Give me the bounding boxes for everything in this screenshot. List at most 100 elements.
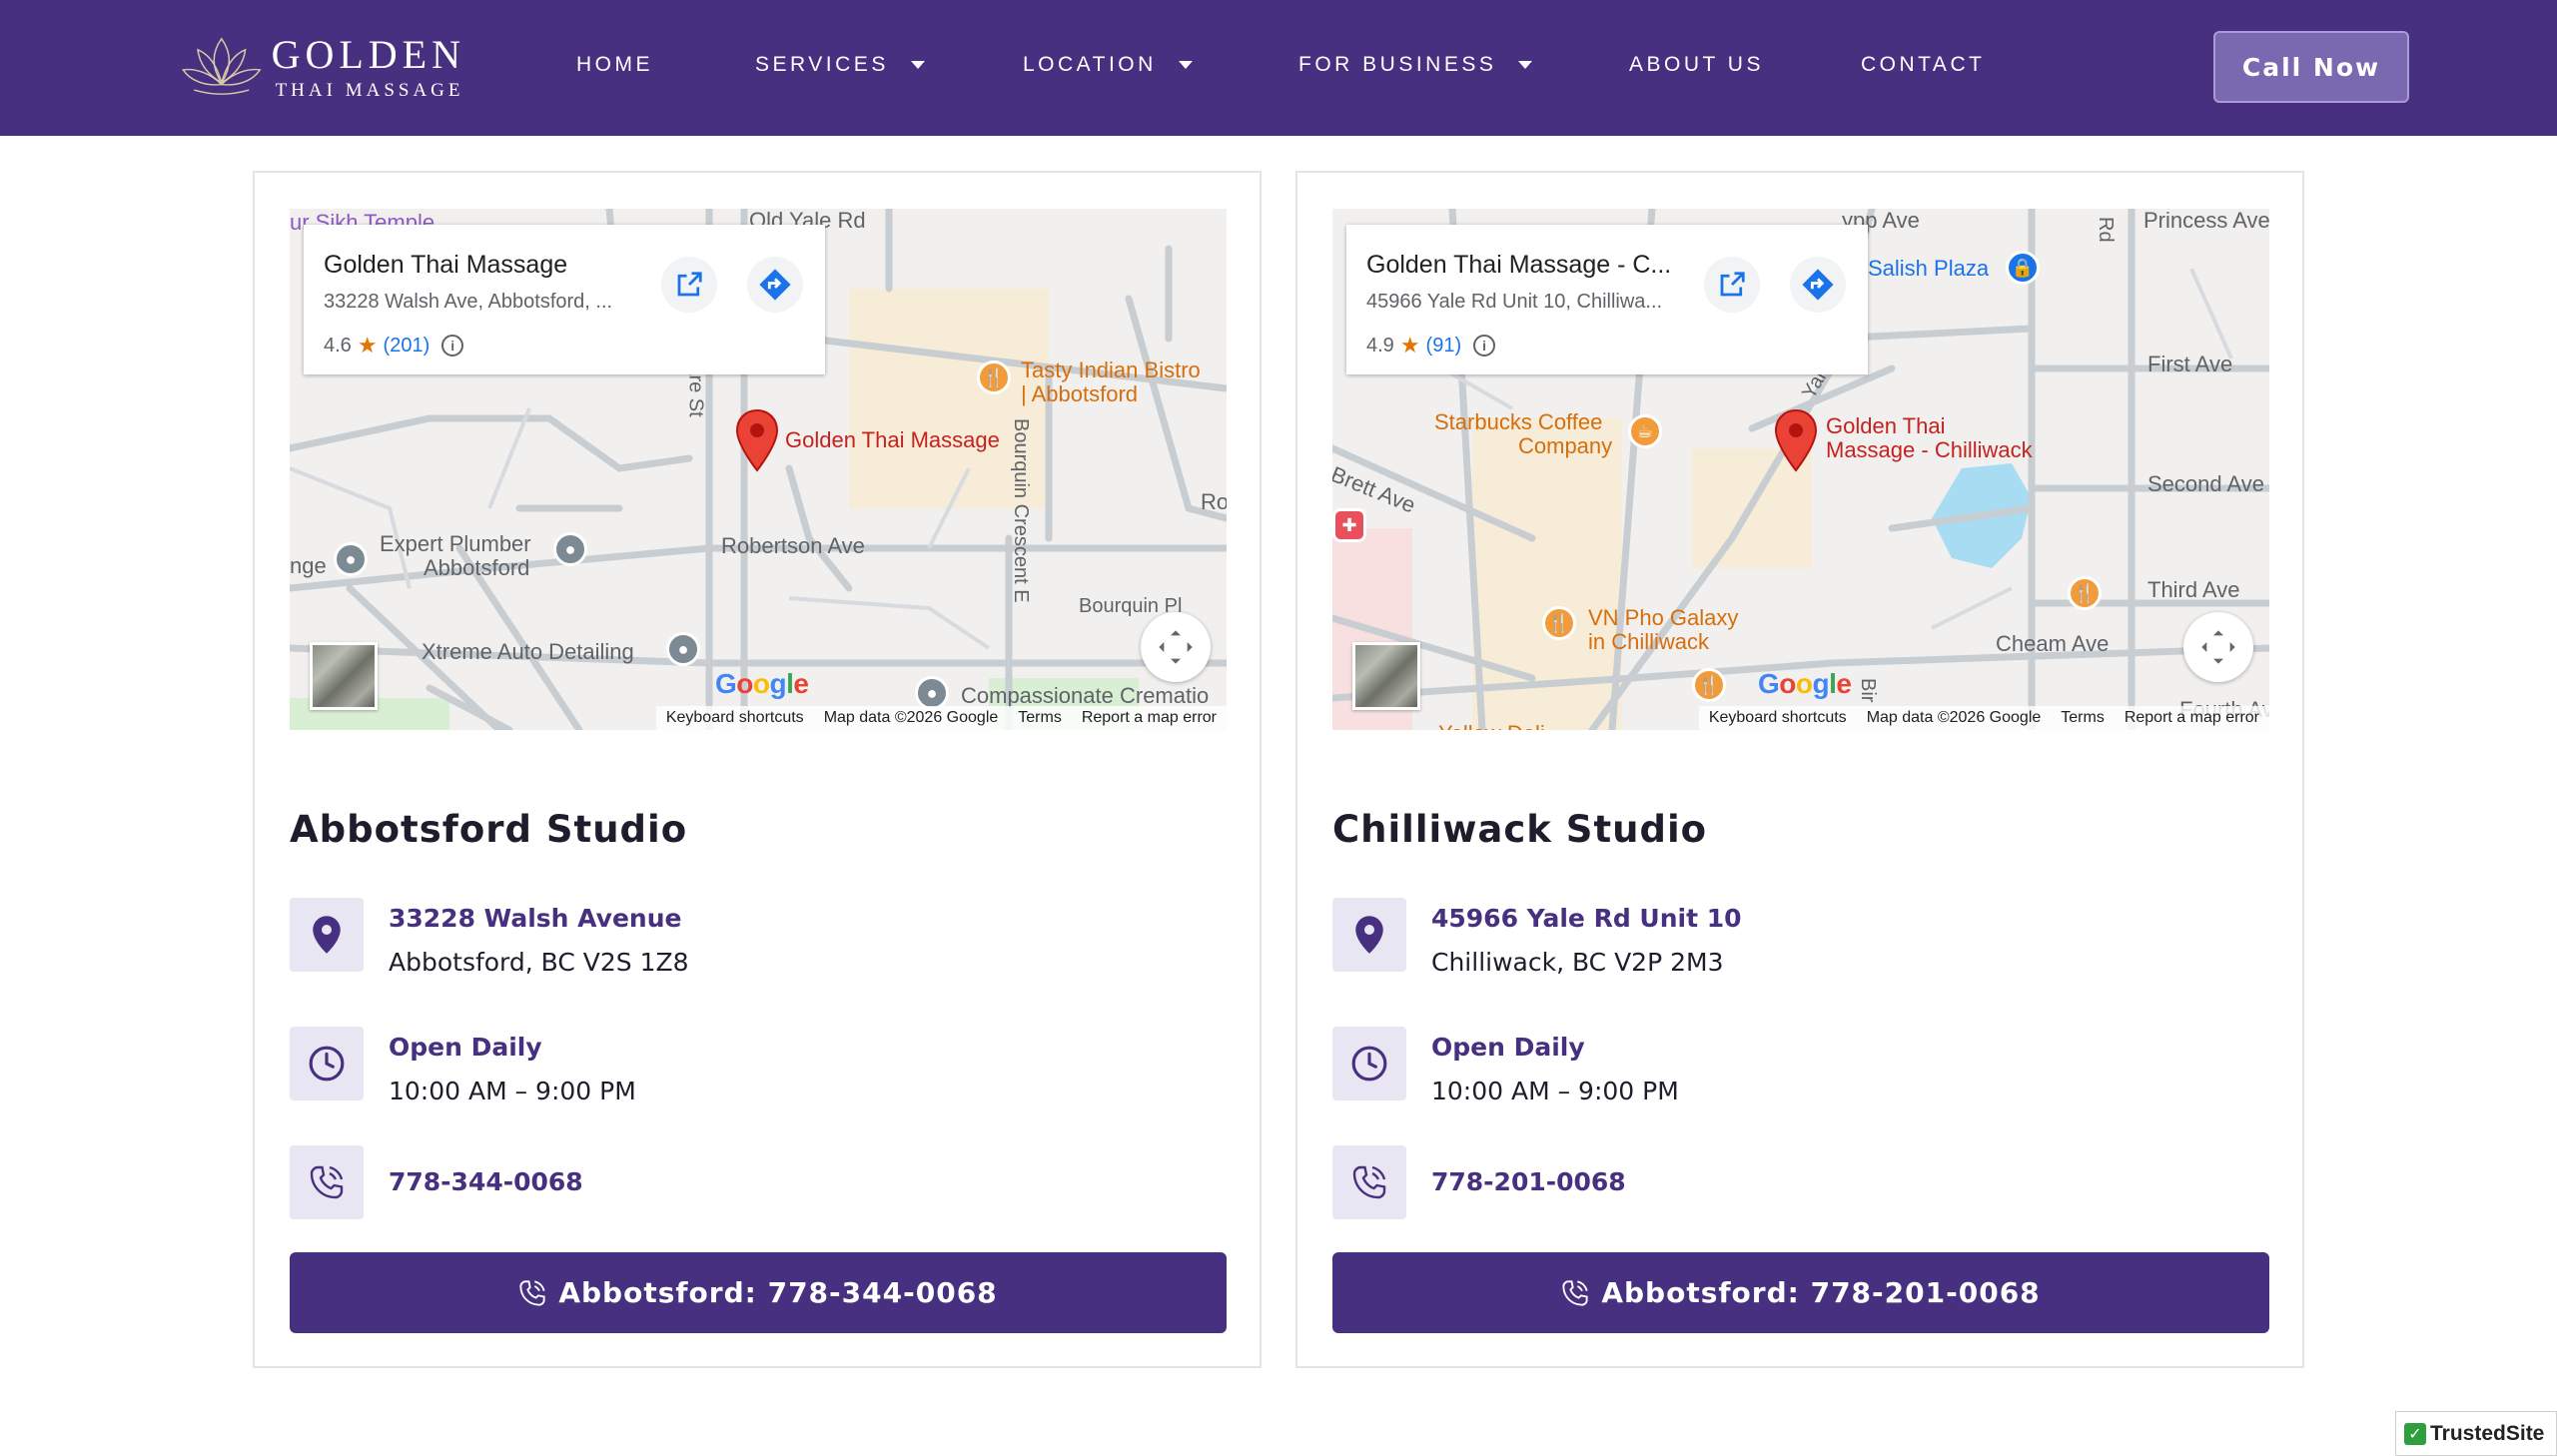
map-street-third: Third Ave bbox=[2147, 577, 2240, 602]
fullscreen-button[interactable] bbox=[2183, 612, 2253, 682]
call-button-label: Abbotsford: 778-201-0068 bbox=[1601, 1276, 2041, 1309]
address-line1-link[interactable]: 45966 Yale Rd Unit 10 bbox=[1431, 904, 1742, 933]
restaurant-icon[interactable]: 🍴 bbox=[977, 361, 1011, 394]
restaurant-icon[interactable]: 🍴 bbox=[1692, 668, 1726, 702]
restaurant-icon[interactable]: 🍴 bbox=[1542, 606, 1576, 640]
chevron-down-icon bbox=[910, 61, 925, 69]
hours-row: Open Daily 10:00 AM – 9:00 PM bbox=[1332, 1027, 2231, 1105]
map-pin-label: Golden Thai bbox=[1826, 413, 1946, 438]
map-label-cremation: Compassionate Crematio bbox=[961, 683, 1210, 708]
business-icon[interactable]: ● bbox=[915, 676, 949, 710]
map-place-card: Golden Thai Massage 33228 Walsh Ave, Abb… bbox=[304, 225, 825, 374]
report-error-link[interactable]: Report a map error bbox=[1082, 709, 1217, 727]
restaurant-icon[interactable]: 🍴 bbox=[2068, 576, 2102, 610]
clock-icon bbox=[1332, 1027, 1406, 1100]
call-now-button[interactable]: Call Now bbox=[2213, 31, 2409, 103]
business-icon[interactable]: ● bbox=[666, 632, 700, 666]
map-street-ro: Ro bbox=[1201, 489, 1227, 514]
chevron-down-icon bbox=[1178, 61, 1193, 69]
report-error-link[interactable]: Report a map error bbox=[2125, 709, 2259, 727]
nav-contact[interactable]: CONTACT bbox=[1861, 53, 1985, 77]
shopping-icon[interactable]: 🔒 bbox=[2006, 251, 2040, 285]
external-link-icon bbox=[1720, 272, 1745, 297]
hours-value: 10:00 AM – 9:00 PM bbox=[1431, 1077, 1679, 1105]
business-icon[interactable]: ● bbox=[553, 532, 587, 566]
map-chilliwack[interactable]: ypp Ave Rd Princess Ave Salish Plaza 🔒 F… bbox=[1332, 209, 2269, 730]
map-pin-icon[interactable] bbox=[735, 408, 779, 472]
keyboard-shortcuts-link[interactable]: Keyboard shortcuts bbox=[666, 709, 804, 727]
map-label-tasty-indian-2: | Abbotsford bbox=[1021, 381, 1139, 406]
map-label-xtreme-auto: Xtreme Auto Detailing bbox=[422, 639, 634, 664]
map-place-rating: 4.6 ★ (201) i bbox=[324, 333, 464, 359]
nav-location[interactable]: LOCATION bbox=[1023, 53, 1193, 77]
nav-home-label: HOME bbox=[576, 53, 653, 76]
studio-title: Chilliwack Studio bbox=[1332, 808, 1708, 851]
map-street-bourquin-cres: Bourquin Crescent E bbox=[1010, 418, 1032, 603]
map-label-tasty-indian: Tasty Indian Bistro bbox=[1021, 358, 1201, 382]
map-abbotsford[interactable]: ur Sikh Temple Old Yale Rd are St Tasty … bbox=[290, 209, 1227, 730]
map-pin-label-2: Massage - Chilliwack bbox=[1826, 437, 2033, 462]
map-place-rating: 4.9 ★ (91) i bbox=[1366, 333, 1496, 359]
logo-subtitle: THAI MASSAGE bbox=[275, 80, 464, 101]
map-label-starbucks: Starbucks Coffee bbox=[1434, 409, 1603, 434]
terms-link[interactable]: Terms bbox=[2061, 709, 2105, 727]
hospital-icon[interactable]: ✚ bbox=[1332, 508, 1366, 542]
open-in-maps-button[interactable] bbox=[1704, 257, 1760, 313]
satellite-toggle[interactable] bbox=[310, 642, 378, 710]
logo-title: GOLDEN bbox=[271, 32, 465, 77]
call-chilliwack-button[interactable]: Abbotsford: 778-201-0068 bbox=[1332, 1252, 2269, 1333]
fullscreen-icon bbox=[2201, 630, 2235, 664]
review-count-link[interactable]: (201) bbox=[384, 335, 430, 358]
directions-button[interactable] bbox=[747, 257, 803, 313]
map-street-robertson: Robertson Ave bbox=[721, 533, 865, 558]
trustedsite-badge[interactable]: ✓ TrustedSite bbox=[2395, 1411, 2557, 1456]
business-icon[interactable]: ● bbox=[334, 542, 368, 576]
nav-home[interactable]: HOME bbox=[576, 53, 653, 77]
keyboard-shortcuts-link[interactable]: Keyboard shortcuts bbox=[1709, 709, 1847, 727]
info-icon[interactable]: i bbox=[1473, 335, 1496, 357]
map-place-name: Golden Thai Massage - C... bbox=[1366, 251, 1672, 279]
external-link-icon bbox=[677, 272, 702, 297]
google-logo: Google bbox=[715, 668, 809, 699]
map-label-pho-2: in Chilliwack bbox=[1588, 629, 1710, 654]
address-row: 33228 Walsh Avenue Abbotsford, BC V2S 1Z… bbox=[290, 898, 1189, 977]
map-pin-icon[interactable] bbox=[1774, 408, 1818, 472]
fullscreen-icon bbox=[1159, 630, 1193, 664]
logo[interactable]: GOLDEN THAI MASSAGE bbox=[176, 28, 465, 110]
map-place-address: 33228 Walsh Ave, Abbotsford, ... bbox=[324, 291, 613, 313]
directions-icon bbox=[759, 269, 791, 301]
info-icon[interactable]: i bbox=[441, 335, 464, 357]
phone-icon bbox=[1562, 1279, 1588, 1306]
address-row: 45966 Yale Rd Unit 10 Chilliwack, BC V2P… bbox=[1332, 898, 2231, 977]
map-attribution: Keyboard shortcuts Map data ©2026 Google… bbox=[655, 706, 1227, 730]
phone-row: 778-344-0068 bbox=[290, 1145, 1189, 1219]
chevron-down-icon bbox=[1518, 61, 1533, 69]
map-label-yellow-deli: Yellow Deli bbox=[1438, 722, 1545, 731]
phone-link[interactable]: 778-201-0068 bbox=[1431, 1167, 1626, 1196]
coffee-icon[interactable]: ☕ bbox=[1628, 414, 1662, 448]
address-line2: Chilliwack, BC V2P 2M3 bbox=[1431, 948, 1724, 977]
nav-services[interactable]: SERVICES bbox=[755, 53, 925, 77]
hours-label: Open Daily bbox=[1431, 1033, 1585, 1062]
open-in-maps-button[interactable] bbox=[661, 257, 717, 313]
map-street-second: Second Ave bbox=[2147, 471, 2265, 496]
nav-for-business[interactable]: FOR BUSINESS bbox=[1298, 53, 1533, 77]
call-abbotsford-button[interactable]: Abbotsford: 778-344-0068 bbox=[290, 1252, 1227, 1333]
location-icon bbox=[1332, 898, 1406, 972]
star-icon: ★ bbox=[357, 333, 378, 358]
location-icon bbox=[290, 898, 364, 972]
hours-row: Open Daily 10:00 AM – 9:00 PM bbox=[290, 1027, 1189, 1105]
directions-button[interactable] bbox=[1790, 257, 1846, 313]
studio-card-abbotsford: ur Sikh Temple Old Yale Rd are St Tasty … bbox=[253, 171, 1262, 1368]
terms-link[interactable]: Terms bbox=[1018, 709, 1062, 727]
logo-text: GOLDEN THAI MASSAGE bbox=[272, 33, 465, 105]
fullscreen-button[interactable] bbox=[1141, 612, 1211, 682]
nav-location-label: LOCATION bbox=[1023, 53, 1157, 76]
phone-link[interactable]: 778-344-0068 bbox=[389, 1167, 583, 1196]
address-line1-link[interactable]: 33228 Walsh Avenue bbox=[389, 904, 681, 933]
satellite-toggle[interactable] bbox=[1352, 642, 1420, 710]
site-header: GOLDEN THAI MASSAGE HOME SERVICES LOCATI… bbox=[0, 0, 2557, 136]
nav-about-us[interactable]: ABOUT US bbox=[1629, 53, 1764, 77]
studio-card-chilliwack: ypp Ave Rd Princess Ave Salish Plaza 🔒 F… bbox=[1295, 171, 2304, 1368]
review-count-link[interactable]: (91) bbox=[1426, 335, 1462, 358]
